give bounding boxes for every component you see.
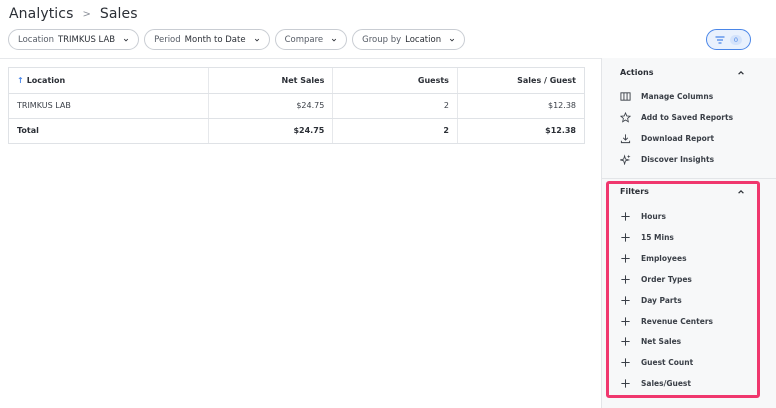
manage-columns-label: Manage Columns xyxy=(641,91,714,101)
compare-filter[interactable]: Compare xyxy=(274,29,348,50)
star-icon xyxy=(620,111,631,123)
group-by-filter-value: Location xyxy=(405,34,442,45)
cell-location: TRIMKUS LAB xyxy=(9,93,209,119)
discover-insights-button[interactable]: Discover Insights xyxy=(620,152,714,166)
cell-guests: 2 xyxy=(332,93,458,119)
header-divider xyxy=(0,58,601,59)
table-header-row: ↑ Location Net Sales Guests Sales / Guest xyxy=(9,68,584,94)
compare-filter-label: Compare xyxy=(284,34,324,45)
group-by-filter[interactable]: Group by Location xyxy=(352,29,466,50)
chevron-down-icon xyxy=(254,38,259,42)
period-filter-label: Period xyxy=(154,34,181,45)
sparkle-icon xyxy=(620,153,631,165)
period-filter[interactable]: Period Month to Date xyxy=(144,29,270,50)
column-header-guests[interactable]: Guests xyxy=(332,68,458,94)
total-net-sales: $24.75 xyxy=(208,118,334,143)
download-icon xyxy=(620,133,631,143)
location-filter[interactable]: Location TRIMKUS LAB xyxy=(8,29,140,50)
filter-lines-icon xyxy=(715,35,725,44)
total-guests: 2 xyxy=(332,118,458,143)
chevron-down-icon xyxy=(124,38,129,42)
column-header-sales-per-guest[interactable]: Sales / Guest xyxy=(457,68,584,94)
chevron-right-icon: > xyxy=(82,8,91,20)
cell-sales-per-guest: $12.38 xyxy=(457,93,584,119)
chevron-up-icon[interactable] xyxy=(737,69,745,77)
column-header-location[interactable]: ↑ Location xyxy=(9,68,209,94)
download-report-button[interactable]: Download Report xyxy=(620,131,714,145)
total-label: Total xyxy=(9,118,209,143)
filter-toggle-button[interactable]: 0 xyxy=(706,29,751,50)
total-sales-per-guest: $12.38 xyxy=(545,126,576,136)
column-header-net-sales[interactable]: Net Sales xyxy=(208,68,334,94)
add-to-saved-reports-button[interactable]: Add to Saved Reports xyxy=(620,110,733,124)
table-row: TRIMKUS LAB $24.75 2 $12.38 xyxy=(9,93,584,119)
active-filter-count: 0 xyxy=(729,34,743,45)
group-by-filter-label: Group by xyxy=(362,34,402,45)
manage-columns-button[interactable]: Manage Columns xyxy=(620,89,713,103)
discover-insights-label: Discover Insights xyxy=(641,154,715,164)
table-total-row: Total $24.75 2 $12.38 xyxy=(9,118,584,143)
download-report-label: Download Report xyxy=(641,133,715,143)
chevron-down-icon xyxy=(332,38,337,42)
columns-icon xyxy=(620,91,631,101)
breadcrumb: Analytics > Sales xyxy=(9,4,138,24)
add-to-saved-reports-label: Add to Saved Reports xyxy=(641,112,734,122)
actions-title: Actions xyxy=(620,68,654,77)
breadcrumb-analytics[interactable]: Analytics xyxy=(9,6,73,22)
sidebar-divider xyxy=(602,178,776,179)
sort-ascending-icon: ↑ xyxy=(17,75,24,85)
cell-net-sales: $24.75 xyxy=(208,93,334,119)
sales-table: ↑ Location Net Sales Guests Sales / Guest… xyxy=(8,67,585,144)
filter-bar: Location TRIMKUS LAB Period Month to Dat… xyxy=(8,29,466,50)
chevron-down-icon xyxy=(449,38,455,42)
location-filter-value: TRIMKUS LAB xyxy=(57,34,116,45)
period-filter-value: Month to Date xyxy=(184,34,246,45)
location-filter-label: Location xyxy=(18,34,54,45)
report-sidebar: Actions Manage Columns Add to Saved Repo… xyxy=(601,58,776,408)
page-title: Sales xyxy=(99,6,138,22)
filters-highlight-box xyxy=(606,181,760,398)
column-header-location-label: Location xyxy=(26,75,66,85)
